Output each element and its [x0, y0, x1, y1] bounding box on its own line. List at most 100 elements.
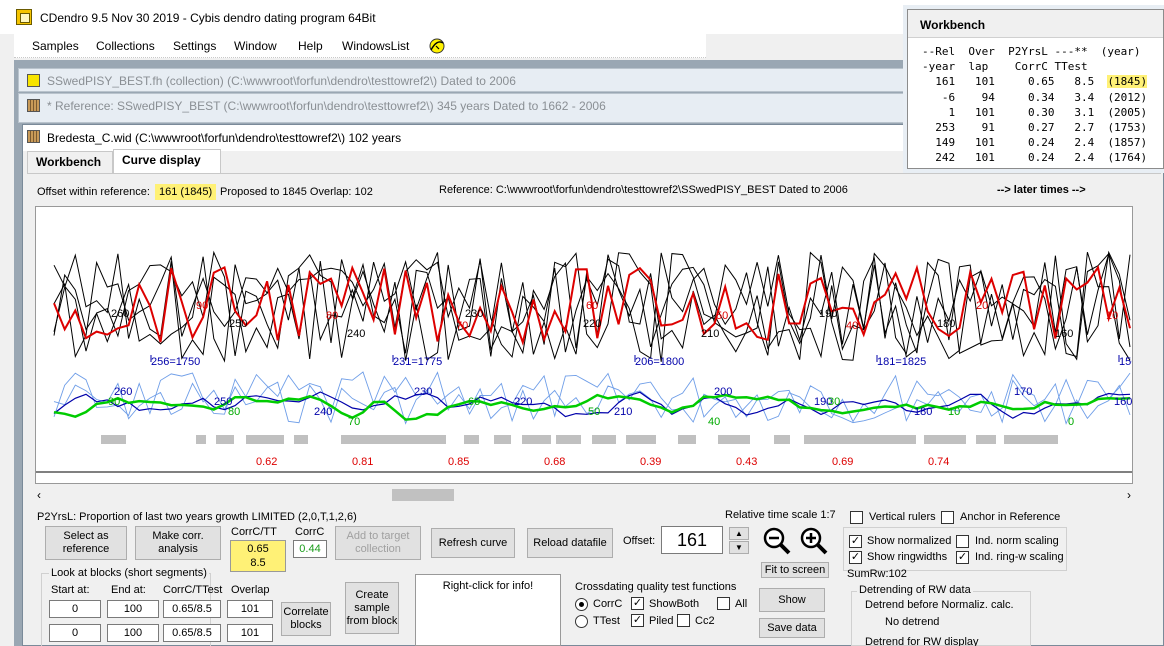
- no-detrend-value[interactable]: No detrend: [885, 616, 939, 628]
- block-corr-label: 0.69: [832, 456, 853, 468]
- curve-chart-svg: 256=1750 231=1775 206=1800 181=1825 156=1850…: [36, 250, 1132, 473]
- showboth-checkbox[interactable]: ✓: [631, 597, 644, 610]
- block-end-input[interactable]: 100: [107, 624, 159, 642]
- block-bar: [196, 435, 206, 444]
- horizontal-scrollbar[interactable]: ‹ ›: [35, 487, 1133, 503]
- block-bar: [101, 435, 126, 444]
- ttest-radio[interactable]: [575, 615, 588, 628]
- curve-chart[interactable]: 256=1750 231=1775 206=1800 181=1825 156=1850…: [35, 206, 1133, 484]
- tab-strip: Workbench Curve display: [27, 149, 927, 173]
- piled-checkbox[interactable]: ✓: [631, 614, 644, 627]
- zoom-in-icon[interactable]: [797, 524, 831, 558]
- vertical-rulers-label: Vertical rulers: [869, 511, 936, 523]
- tab-workbench[interactable]: Workbench: [27, 151, 113, 173]
- ind-norm-scaling-checkbox[interactable]: [956, 535, 969, 548]
- cybis-sun-icon[interactable]: [428, 37, 446, 55]
- lower-blue-label: 180: [914, 406, 932, 418]
- block-corr-value: 0.65/8.5: [163, 600, 221, 618]
- workbench-row[interactable]: -6 94 0.34 3.4 (2012): [922, 90, 1147, 105]
- ind-ringw-scaling-label: Ind. ring-w scaling: [975, 551, 1064, 563]
- menu-samples[interactable]: Samples: [32, 39, 79, 53]
- upper-red-label: 40: [846, 320, 858, 332]
- offset-down-icon[interactable]: ▼: [729, 541, 749, 554]
- block-end-input[interactable]: 100: [107, 600, 159, 618]
- menu-settings[interactable]: Settings: [173, 39, 216, 53]
- upper-black-label: 230: [465, 308, 483, 320]
- corrc-radio[interactable]: [575, 598, 588, 611]
- save-data-button[interactable]: Save data: [759, 618, 825, 638]
- corr-ttest-label: CorrC/TTest: [163, 584, 223, 596]
- reference-path: Reference: C:\wwwroot\forfun\dendro\test…: [439, 184, 848, 196]
- workbench-row[interactable]: 242 101 0.24 2.4 (1764): [922, 150, 1147, 165]
- corr-tt-value: 0.65: [247, 543, 269, 555]
- block-start-input[interactable]: 0: [49, 600, 101, 618]
- lower-blue-label: 220: [514, 396, 532, 408]
- refresh-curve-button[interactable]: Refresh curve: [431, 528, 515, 558]
- show-ringwidths-checkbox[interactable]: ✓: [849, 551, 862, 564]
- vertical-rulers-checkbox[interactable]: [850, 511, 863, 524]
- all-checkbox[interactable]: [717, 597, 730, 610]
- info-textbox[interactable]: Right-click for info!: [415, 574, 561, 646]
- collection-window-title: SSwedPISY_BEST.fh (collection) (C:\wwwro…: [47, 74, 516, 88]
- correlate-blocks-button[interactable]: Correlate blocks: [281, 602, 331, 636]
- overlap-label: Overlap: [231, 584, 270, 596]
- block-start-input[interactable]: 0: [49, 624, 101, 642]
- menu-windowslist[interactable]: WindowsList: [342, 39, 409, 53]
- workbench-row[interactable]: 253 91 0.27 2.7 (1753): [922, 120, 1147, 135]
- later-times-button[interactable]: --> later times -->: [997, 184, 1086, 196]
- menu-collections[interactable]: Collections: [96, 39, 155, 53]
- start-at-label: Start at:: [51, 584, 90, 596]
- fit-to-screen-button[interactable]: Fit to screen: [761, 562, 829, 578]
- block-bar: [464, 435, 479, 444]
- workbench-row[interactable]: 149 101 0.24 2.4 (1857): [922, 135, 1147, 150]
- lower-green-label: 90: [108, 396, 120, 408]
- offset-input[interactable]: 161: [661, 526, 723, 554]
- upper-red-label: 50: [716, 310, 728, 322]
- zoom-out-icon[interactable]: [760, 524, 794, 558]
- scroll-left-icon[interactable]: ‹: [37, 488, 41, 502]
- block-bar: [216, 435, 234, 444]
- upper-red-label: 80: [326, 310, 338, 322]
- block-bar: [804, 435, 916, 444]
- anchor-reference-checkbox[interactable]: [941, 511, 954, 524]
- show-normalized-checkbox[interactable]: ✓: [849, 535, 862, 548]
- make-corr-analysis-button[interactable]: Make corr. analysis: [135, 526, 221, 560]
- upper-red-label: 20: [976, 300, 988, 312]
- show-button[interactable]: Show: [759, 588, 825, 612]
- add-to-target-collection-button[interactable]: Add to target collection: [335, 526, 421, 560]
- info-line: Offset within reference: 161 (1845) Prop…: [37, 184, 1147, 202]
- select-as-reference-button[interactable]: Select as reference: [45, 526, 127, 560]
- scroll-right-icon[interactable]: ›: [1127, 488, 1131, 502]
- workbench-row[interactable]: 161 101 0.65 8.5 (1845): [922, 74, 1148, 89]
- offset-up-icon[interactable]: ▲: [729, 527, 749, 540]
- workbench-title: Workbench: [920, 18, 986, 32]
- workbench-row[interactable]: 1 101 0.30 3.1 (2005): [922, 105, 1147, 120]
- upper-red-label: 90: [196, 300, 208, 312]
- workbench-header-row: -year lap CorrC TTest: [922, 60, 1088, 74]
- lower-blue-label: 240: [314, 406, 332, 418]
- cc2-checkbox[interactable]: [677, 614, 690, 627]
- ind-ringw-scaling-checkbox[interactable]: ✓: [956, 551, 969, 564]
- ruler-label: 231=1775: [393, 356, 442, 368]
- relative-time-scale: Relative time scale 1:7: [725, 509, 836, 521]
- curve-display-panel: Offset within reference: 161 (1845) Prop…: [27, 173, 1161, 646]
- menu-help[interactable]: Help: [298, 39, 323, 53]
- lower-green-label: 70: [348, 416, 360, 428]
- menu-window[interactable]: Window: [234, 39, 277, 53]
- tab-curve-display[interactable]: Curve display: [113, 149, 221, 173]
- block-bar: [1004, 435, 1058, 444]
- app-logo-icon: [16, 9, 32, 25]
- block-overlap-value: 101: [227, 600, 273, 618]
- sumrw-label: SumRw:102: [847, 568, 907, 580]
- create-sample-from-block-button[interactable]: Create sample from block: [345, 582, 399, 634]
- crossdating-title: Crossdating quality test functions: [575, 581, 737, 593]
- proposed-text: Proposed to 1845 Overlap: 102: [220, 186, 373, 198]
- block-corr-label: 0.68: [544, 456, 565, 468]
- lower-blue-label: 160: [1114, 396, 1132, 408]
- reload-datafile-button[interactable]: Reload datafile: [527, 528, 613, 558]
- piled-label: Piled: [649, 615, 674, 627]
- sample-window: Bredesta_C.wid (C:\wwwroot\forfun\dendro…: [22, 124, 1164, 646]
- workbench-titlebar[interactable]: Workbench: [908, 10, 1163, 38]
- scroll-thumb[interactable]: [392, 489, 454, 501]
- ttest-value: 8.5: [250, 557, 266, 569]
